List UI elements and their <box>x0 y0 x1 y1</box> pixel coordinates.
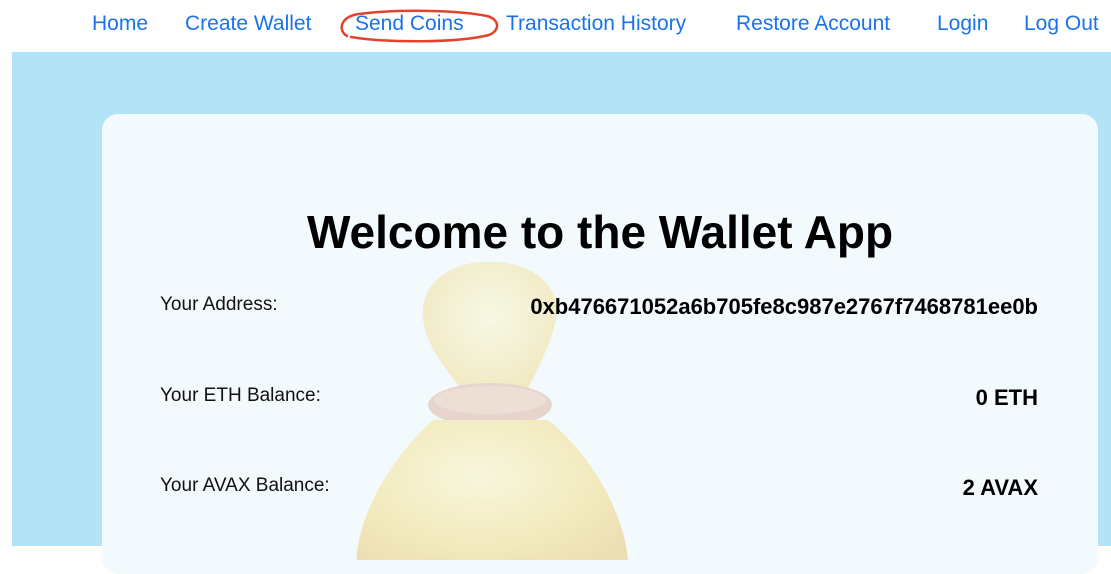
top-navigation: Home Create Wallet Send Coins Transactio… <box>0 0 1111 50</box>
nav-link-create-wallet[interactable]: Create Wallet <box>185 11 311 37</box>
nav-link-restore-account[interactable]: Restore Account <box>736 11 890 37</box>
address-value: 0xb476671052a6b705fe8c987e2767f7468781ee… <box>530 294 1038 319</box>
nav-link-login[interactable]: Login <box>937 11 988 37</box>
avax-balance-value: 2 AVAX <box>962 475 1038 500</box>
nav-link-home[interactable]: Home <box>92 11 148 37</box>
nav-link-send-coins[interactable]: Send Coins <box>355 11 464 37</box>
welcome-card: Welcome to the Wallet App Your Address: … <box>102 114 1098 574</box>
nav-link-transaction-history[interactable]: Transaction History <box>506 11 686 37</box>
avax-balance-label: Your AVAX Balance: <box>160 475 330 496</box>
eth-balance-label: Your ETH Balance: <box>160 385 321 406</box>
page-title: Welcome to the Wallet App <box>306 206 894 258</box>
money-bag-icon <box>356 261 628 560</box>
address-label: Your Address: <box>160 294 278 315</box>
nav-link-log-out[interactable]: Log Out <box>1024 11 1099 37</box>
eth-balance-value: 0 ETH <box>975 385 1038 410</box>
